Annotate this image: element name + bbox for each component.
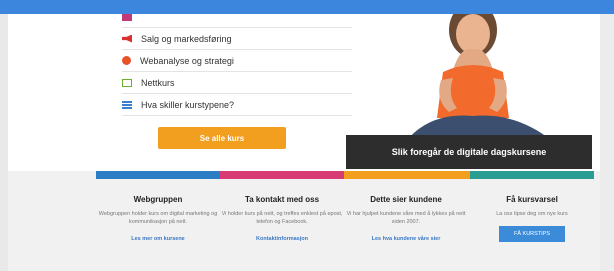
stripe-orange (344, 171, 470, 179)
footer-col-kursvarsel: Få kursvarsel La oss tipse deg om nye ku… (470, 195, 594, 242)
footer-col-link[interactable]: Kontaktinformasjon (220, 236, 344, 242)
footer-col-kundene: Dette sier kundene Vi har hjulpet kunden… (344, 195, 468, 242)
menu-item-label: Hva skiller kurstypene? (141, 99, 235, 110)
page-content: Salg og markedsføring Webanalyse og stra… (8, 14, 600, 271)
hero-banner[interactable]: Slik foregår de digitale dagskursene (346, 135, 592, 169)
menu-item-webanalyse[interactable]: Webanalyse og strategi (122, 50, 352, 72)
footer-col-link[interactable]: Les hva kundene våre sier (344, 236, 468, 242)
menu-item-label: Webanalyse og strategi (140, 55, 234, 66)
menu-item-kurstyper[interactable]: Hva skiller kurstypene? (122, 94, 352, 116)
menu-item-salg[interactable]: Salg og markedsføring (122, 28, 352, 50)
footer-col-text: Webgruppen holder kurs om digital market… (98, 211, 218, 225)
menu-item-icon (122, 14, 132, 21)
footer-col-text: La oss tipse deg om nye kurs (496, 211, 568, 217)
footer-col-kontakt: Ta kontakt med oss Vi holder kurs på net… (220, 195, 344, 242)
footer-col-link[interactable]: Les mer om kursene (96, 236, 220, 242)
menu-item-partial[interactable] (122, 14, 352, 28)
stripe-teal (470, 171, 594, 179)
course-menu: Salg og markedsføring Webanalyse og stra… (122, 14, 352, 116)
menu-item-nettkurs[interactable]: Nettkurs (122, 72, 352, 94)
left-margin (0, 14, 8, 271)
browser-top-bar (0, 0, 614, 14)
monitor-icon (122, 78, 132, 87)
right-margin (600, 14, 614, 271)
footer-col-title: Dette sier kundene (370, 195, 442, 204)
course-tips-button[interactable]: FÅ KURSTIPS (499, 226, 565, 242)
menu-item-label: Salg og markedsføring (141, 33, 232, 44)
footer-col-text: Vi holder kurs på nett, og treffes enkle… (221, 211, 343, 225)
stripe-pink (220, 171, 344, 179)
pie-chart-icon (122, 56, 131, 65)
footer-col-text: Vi har hjulpet kundene våre med å lykkes… (346, 211, 466, 225)
stripe-blue (96, 171, 220, 179)
footer-col-title: Få kursvarsel (506, 195, 558, 204)
see-all-courses-button[interactable]: Se alle kurs (158, 127, 286, 149)
footer-section: Webgruppen Webgruppen holder kurs om dig… (8, 171, 600, 271)
megaphone-icon (122, 34, 132, 43)
list-icon (122, 100, 132, 109)
footer-col-webgruppen: Webgruppen Webgruppen holder kurs om dig… (96, 195, 220, 242)
footer-col-title: Webgruppen (133, 195, 183, 204)
menu-item-label: Nettkurs (141, 77, 175, 88)
footer-col-title: Ta kontakt med oss (244, 195, 320, 204)
